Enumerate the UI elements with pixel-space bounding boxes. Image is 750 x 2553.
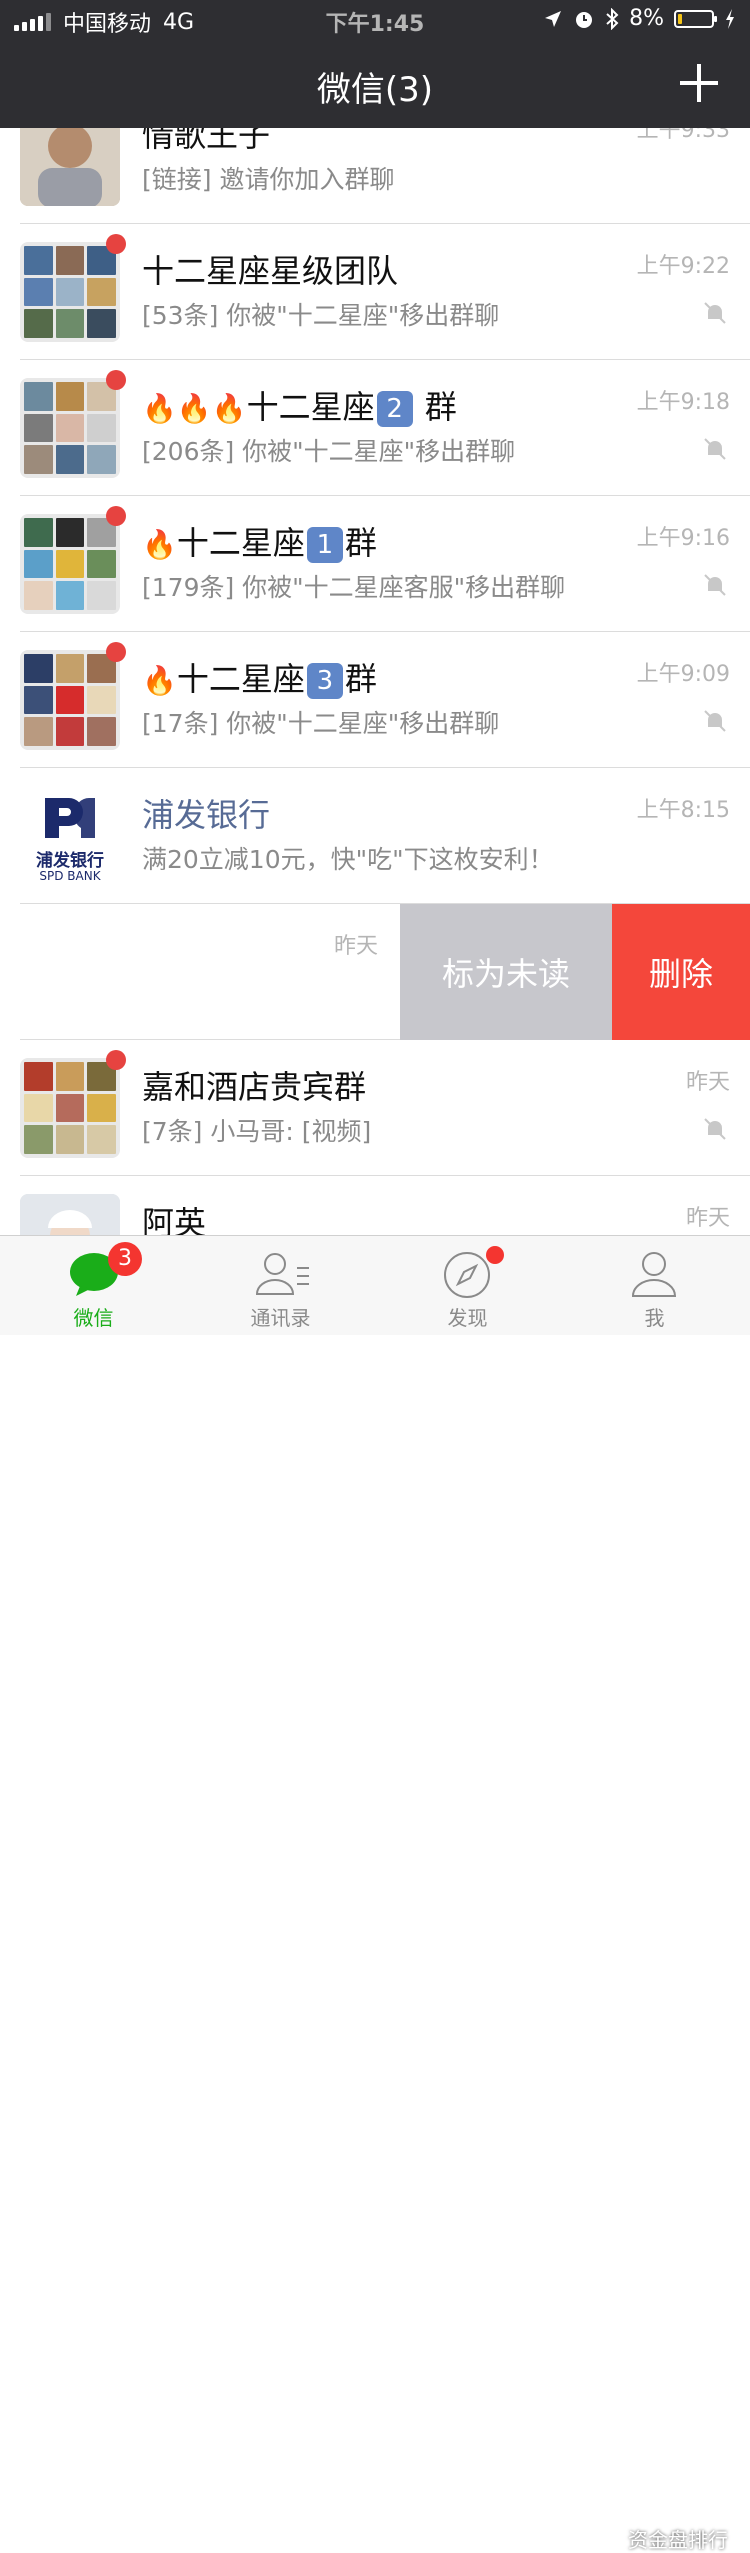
chat-row[interactable]: 嘉和酒店贵宾群 [7条] 小马哥: [视频] 昨天: [0, 1040, 750, 1176]
number-badge: 3: [306, 663, 343, 699]
chat-row[interactable]: 情歌王子 [链接] 邀请你加入群聊 上午9:33: [0, 128, 750, 224]
chat-preview: [179条] 你被"十二星座客服"移出群聊: [142, 573, 566, 602]
chat-time: 昨天: [685, 1206, 730, 1231]
fire-icon: 🔥🔥🔥: [142, 392, 247, 425]
unread-dot: [106, 234, 126, 254]
chat-row[interactable]: 阿英 昨天: [0, 1176, 750, 1235]
fire-icon: 🔥: [142, 528, 177, 561]
unread-dot: [106, 506, 126, 526]
unread-dot: [106, 370, 126, 390]
spd-logo-cn: 浦发银行: [36, 851, 104, 871]
status-bar: 中国移动 4G 下午1:45 8%: [0, 0, 750, 40]
mute-icon: [704, 710, 726, 732]
tab-contacts[interactable]: 通讯录: [187, 1236, 374, 1335]
tab-bar: 3 微信 通讯录 发现 我 资金盘排行: [0, 1235, 750, 2552]
mute-icon: [704, 574, 726, 596]
chat-preview: [17条] 你被"十二星座"移出群聊: [142, 709, 500, 738]
delete-button[interactable]: 删除: [612, 904, 750, 1040]
chat-time: 上午9:09: [636, 662, 730, 687]
profile-icon: [631, 1252, 677, 1297]
chat-name: 情歌王子: [142, 128, 271, 154]
tab-label: 我: [644, 1306, 665, 1330]
chat-time: 上午8:15: [636, 798, 730, 823]
chat-name: 浦发银行: [142, 796, 271, 834]
contacts-icon: [255, 1253, 309, 1295]
chat-name: 🔥十二星座 1 群: [142, 524, 377, 563]
chat-row[interactable]: 十二星座星级团队 [53条] 你被"十二星座"移出群聊 上午9:22: [0, 224, 750, 360]
group-avatar: [20, 650, 120, 750]
chat-time: 昨天: [333, 934, 378, 959]
chat-time: 昨天: [685, 1070, 730, 1095]
unread-dot: [106, 1050, 126, 1070]
chat-time: 上午9:33: [636, 128, 730, 143]
chat-name: 阿英: [142, 1204, 207, 1235]
tab-me[interactable]: 我: [561, 1236, 748, 1335]
mute-icon: [704, 438, 726, 460]
chat-list: 情歌王子 [链接] 邀请你加入群聊 上午9:33 十二星座星级团队 [53条] …: [0, 128, 750, 1235]
chat-name: 🔥十二星座 3 群: [142, 660, 377, 699]
mute-icon: [704, 302, 726, 324]
chat-row[interactable]: 🔥🔥🔥十二星座 2 群 [206条] 你被"十二星座"移出群聊 上午9:18: [0, 360, 750, 496]
chat-preview: 满20立减10元，快"吃"下这枚安利！: [142, 845, 554, 874]
chat-name: 🔥🔥🔥十二星座 2 群: [142, 388, 457, 427]
tab-label: 通讯录: [250, 1306, 311, 1330]
tab-chats[interactable]: 3 微信: [0, 1236, 187, 1335]
tab-label: 微信: [73, 1306, 114, 1330]
unread-count-badge: 3: [108, 1242, 142, 1276]
group-avatar: [20, 378, 120, 478]
tab-discover[interactable]: 发现: [374, 1236, 561, 1335]
chat-name: 十二星座星级团队: [142, 252, 399, 290]
chat-row[interactable]: 🔥十二星座 1 群 [179条] 你被"十二星座客服"移出群聊 上午9:16: [0, 496, 750, 632]
top-bar: 中国移动 4G 下午1:45 8% 微信(3): [0, 0, 750, 128]
chat-preview: [53条] 你被"十二星座"移出群聊: [142, 301, 500, 330]
discover-dot: [486, 1246, 504, 1264]
avatar: [20, 1194, 120, 1235]
chat-time: 上午9:16: [636, 526, 730, 551]
chat-row[interactable]: 浦发银行 SPD BANK 浦发银行 满20立减10元，快"吃"下这枚安利！ 上…: [0, 768, 750, 904]
battery-icon: [674, 9, 717, 28]
number-badge: 1: [306, 527, 343, 563]
tab-label: 发现: [447, 1306, 488, 1330]
battery-percent: 8%: [629, 6, 664, 31]
group-avatar: [20, 514, 120, 614]
mute-icon: [704, 1118, 726, 1140]
chat-preview: [206条] 你被"十二星座"移出群聊: [142, 437, 516, 466]
chat-time: 上午9:18: [636, 390, 730, 415]
charging-icon: [726, 8, 734, 29]
alarm-icon: [576, 11, 593, 28]
avatar: [20, 128, 120, 206]
add-button[interactable]: [680, 64, 718, 102]
compass-icon: [444, 1252, 490, 1298]
group-avatar: [20, 1058, 120, 1158]
watermark: 资金盘排行: [628, 2528, 728, 2552]
chat-row-swiped[interactable]: 昨天 标为未读 删除: [0, 904, 750, 1040]
spd-bank-logo: 浦发银行 SPD BANK: [20, 786, 120, 886]
chat-preview: [链接] 邀请你加入群聊: [142, 165, 395, 194]
location-arrow-icon: [545, 10, 562, 27]
unread-dot: [106, 642, 126, 662]
fire-icon: 🔥: [142, 664, 177, 697]
page-title: 微信(3): [316, 70, 434, 110]
mark-unread-button[interactable]: 标为未读: [400, 904, 612, 1040]
chat-time: 上午9:22: [636, 254, 730, 279]
number-badge: 2: [376, 391, 413, 427]
chat-preview: [7条] 小马哥: [视频]: [142, 1117, 372, 1146]
bluetooth-icon: [606, 7, 619, 30]
group-avatar: [20, 242, 120, 342]
chat-name: 嘉和酒店贵宾群: [142, 1068, 367, 1106]
chat-row[interactable]: 🔥十二星座 3 群 [17条] 你被"十二星座"移出群聊 上午9:09: [0, 632, 750, 768]
spd-logo-en: SPD BANK: [39, 869, 101, 883]
